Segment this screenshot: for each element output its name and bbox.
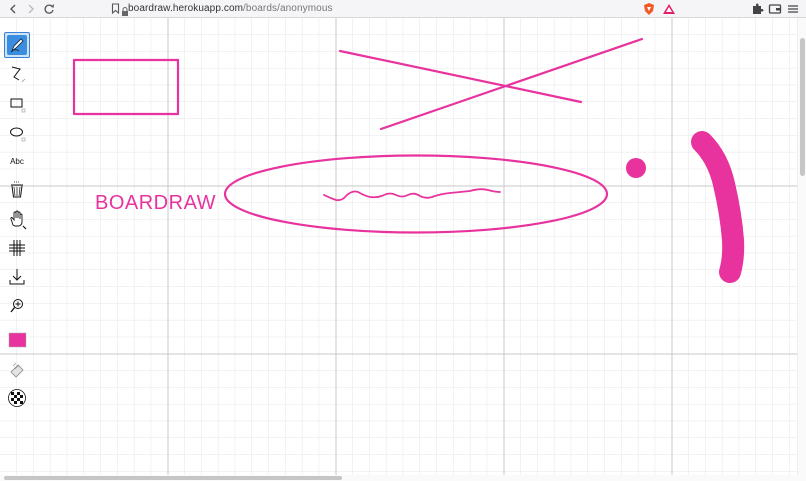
url-path: /boards/anonymous: [243, 3, 333, 14]
eraser-icon: [10, 362, 24, 378]
forward-arrow-icon[interactable]: [24, 2, 38, 16]
text-icon: Abc: [10, 156, 24, 166]
brave-shield-icon[interactable]: [642, 2, 656, 16]
vertical-scrollbar[interactable]: [797, 18, 806, 481]
download-tool[interactable]: [4, 264, 30, 290]
rewards-triangle-icon[interactable]: [662, 2, 676, 16]
rectangle-tool[interactable]: [4, 90, 30, 116]
drawing-canvas[interactable]: BOARDRAW: [0, 18, 806, 481]
menu-icon[interactable]: [786, 2, 800, 16]
ellipse-icon: [10, 127, 26, 142]
rectangle-icon: [10, 98, 26, 113]
reload-icon[interactable]: [42, 2, 56, 16]
trash-tool[interactable]: [4, 177, 30, 203]
board-text-label[interactable]: BOARDRAW: [95, 192, 216, 215]
line-tool[interactable]: [4, 61, 30, 87]
download-icon: [9, 269, 25, 285]
background-tool[interactable]: [4, 385, 30, 411]
vertical-scroll-thumb[interactable]: [800, 38, 805, 176]
back-arrow-icon[interactable]: [6, 2, 20, 16]
wallet-icon[interactable]: [768, 2, 782, 16]
zoom-icon: [10, 299, 23, 313]
grid-minor: [0, 18, 806, 481]
horizontal-scroll-thumb[interactable]: [4, 476, 342, 480]
grid-icon: [9, 240, 25, 256]
url-host: boardraw.herokuapp.com: [128, 3, 244, 14]
text-tool[interactable]: Abc: [4, 148, 30, 174]
ellipse-tool[interactable]: [4, 119, 30, 145]
browser-toolbar: boardraw.herokuapp.com/boards/anonymous: [0, 0, 806, 18]
color-picker[interactable]: [4, 327, 30, 353]
drawn-dot[interactable]: [626, 158, 646, 178]
checker-icon: [8, 389, 26, 407]
bookmark-icon[interactable]: [111, 3, 120, 16]
color-swatch-icon: [8, 332, 27, 348]
eraser-tool[interactable]: [4, 356, 30, 382]
trash-icon: [11, 181, 23, 198]
pan-tool[interactable]: [4, 206, 30, 232]
pen-tool[interactable]: [4, 32, 30, 58]
zoom-tool[interactable]: [4, 293, 30, 319]
line-icon: [11, 66, 26, 83]
address-bar[interactable]: boardraw.herokuapp.com/boards/anonymous: [128, 3, 333, 15]
hand-icon: [10, 210, 27, 230]
horizontal-scrollbar[interactable]: [0, 475, 798, 481]
extensions-puzzle-icon[interactable]: [750, 2, 764, 16]
pen-icon: [7, 35, 27, 55]
grid-tool[interactable]: [4, 235, 30, 261]
board-surface[interactable]: [0, 18, 806, 481]
